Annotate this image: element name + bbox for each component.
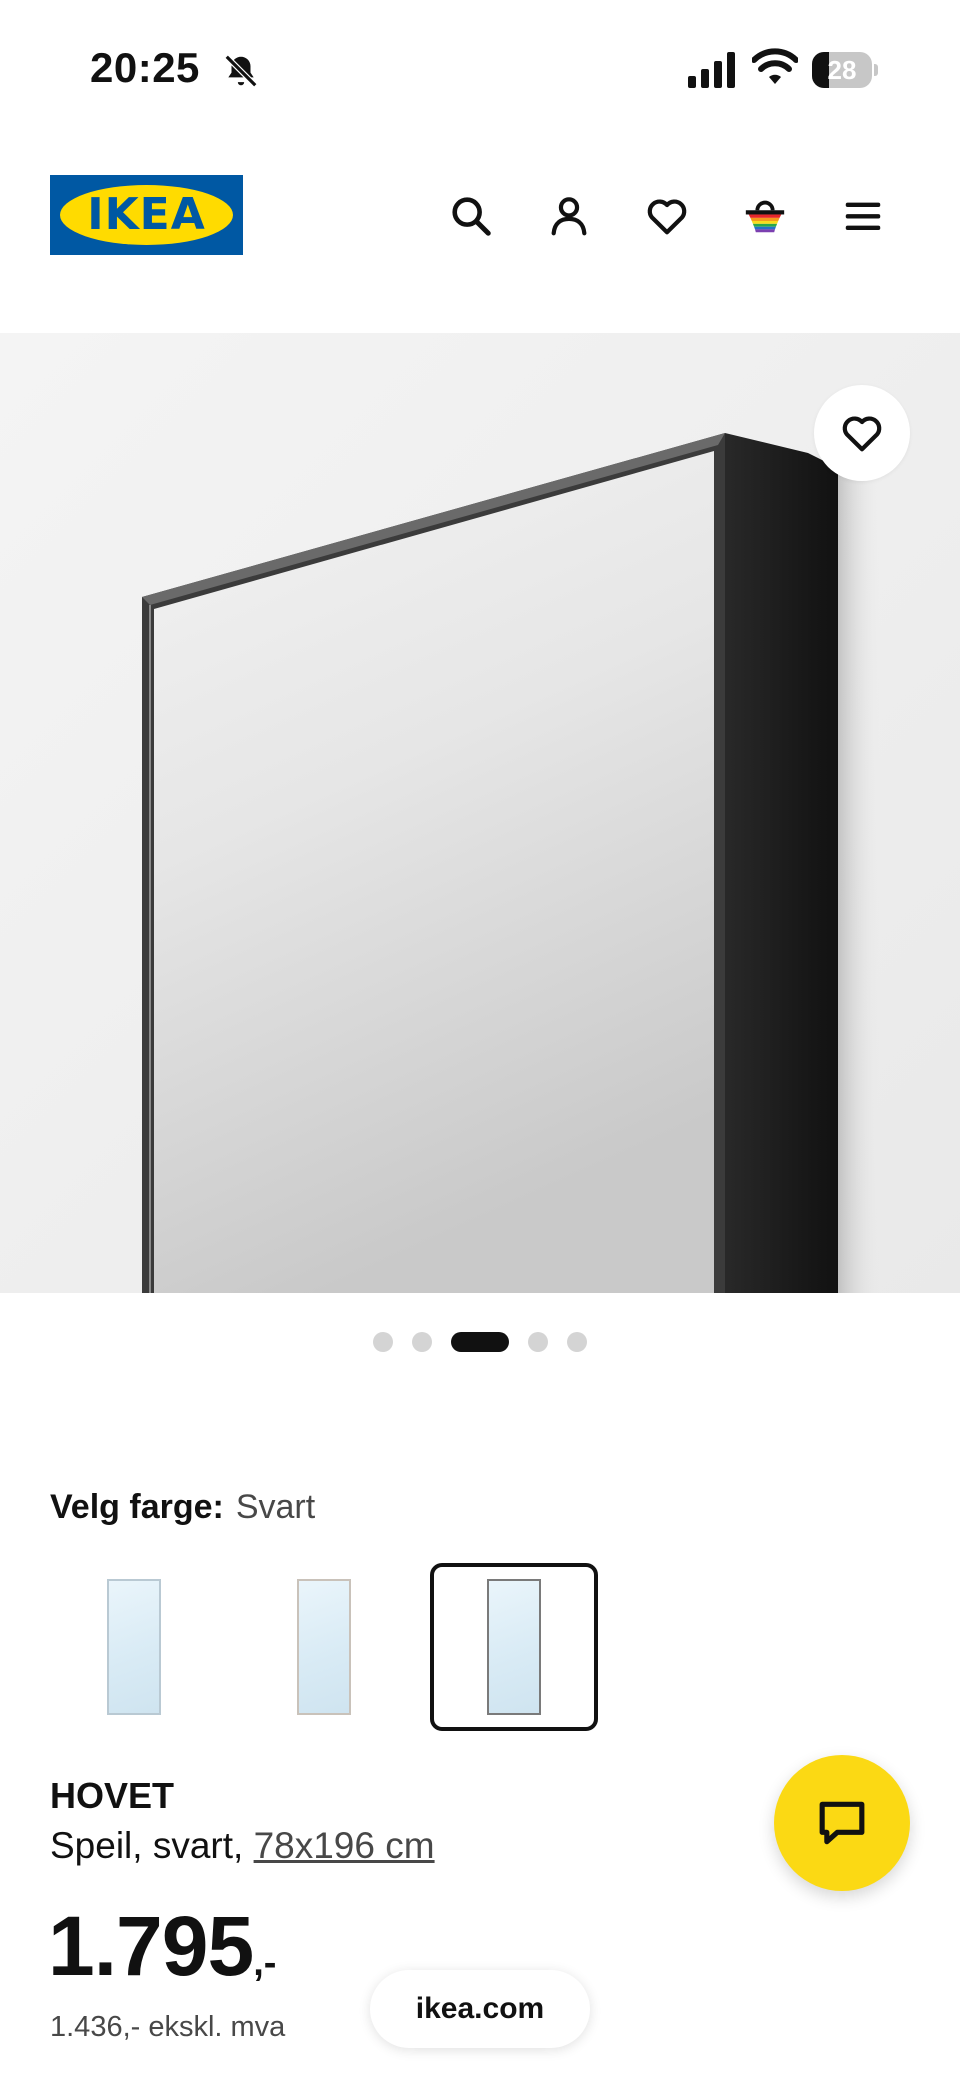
product-page: 20:25 28 IKEA Velg farge: Svart HOVET Sp… [0,0,960,2081]
status-time: 20:25 [90,44,200,91]
carousel-dot[interactable] [373,1332,393,1352]
color-selector-heading: Velg farge: Svart [50,1483,315,1531]
heart-icon [842,416,882,452]
product-name: HOVET [50,1775,175,1816]
battery-level: 28 [827,55,857,85]
ikea-logo[interactable]: IKEA [50,175,243,255]
color-option-3-selected[interactable] [430,1563,598,1731]
browser-url-bar[interactable]: ikea.com [370,1970,590,2048]
color-label: Velg farge: [50,1488,224,1526]
bell-off-icon [224,54,258,88]
chat-icon [819,1801,865,1845]
color-thumbnail [107,1579,161,1715]
signal-icon [688,52,735,88]
product-description: Speil, svart, 78x196 cm [50,1822,435,1870]
menu-icon [845,202,881,230]
menu-button[interactable] [835,188,891,244]
wifi-icon [752,48,798,84]
carousel-dot[interactable] [451,1332,509,1352]
price-main: 1.795 [48,1899,254,1993]
search-icon [452,197,491,236]
chat-button[interactable] [774,1755,910,1891]
battery-icon: 28 [812,52,878,88]
mirror-photo [0,333,960,1293]
carousel-dot[interactable] [567,1332,587,1352]
image-carousel-dots [0,1330,960,1354]
color-option-2[interactable] [240,1563,408,1731]
logo-text: IKEA [87,189,206,240]
price-excl-vat: 1.436,- ekskl. mva [50,2011,286,2043]
basket-button[interactable] [737,188,793,244]
account-button[interactable] [541,188,597,244]
color-option-1[interactable] [50,1563,218,1731]
heart-icon [647,199,687,235]
product-price: 1.795,- [48,1898,276,1998]
color-thumbnail [297,1579,351,1715]
product-size-link[interactable]: 78x196 cm [254,1825,435,1866]
save-to-favourites-button[interactable] [814,385,910,481]
basket-icon [745,200,785,233]
color-value: Svart [235,1488,316,1526]
product-image[interactable] [0,333,960,1293]
site-header: IKEA [0,150,960,280]
color-thumbnail [487,1579,541,1715]
search-button[interactable] [443,188,499,244]
carousel-dot[interactable] [528,1332,548,1352]
product-description-text: Speil, svart, [50,1825,254,1866]
account-icon [551,197,587,236]
carousel-dot[interactable] [412,1332,432,1352]
favourites-button[interactable] [639,188,695,244]
price-suffix: ,- [253,1942,277,1984]
status-bar: 20:25 28 [0,0,960,130]
